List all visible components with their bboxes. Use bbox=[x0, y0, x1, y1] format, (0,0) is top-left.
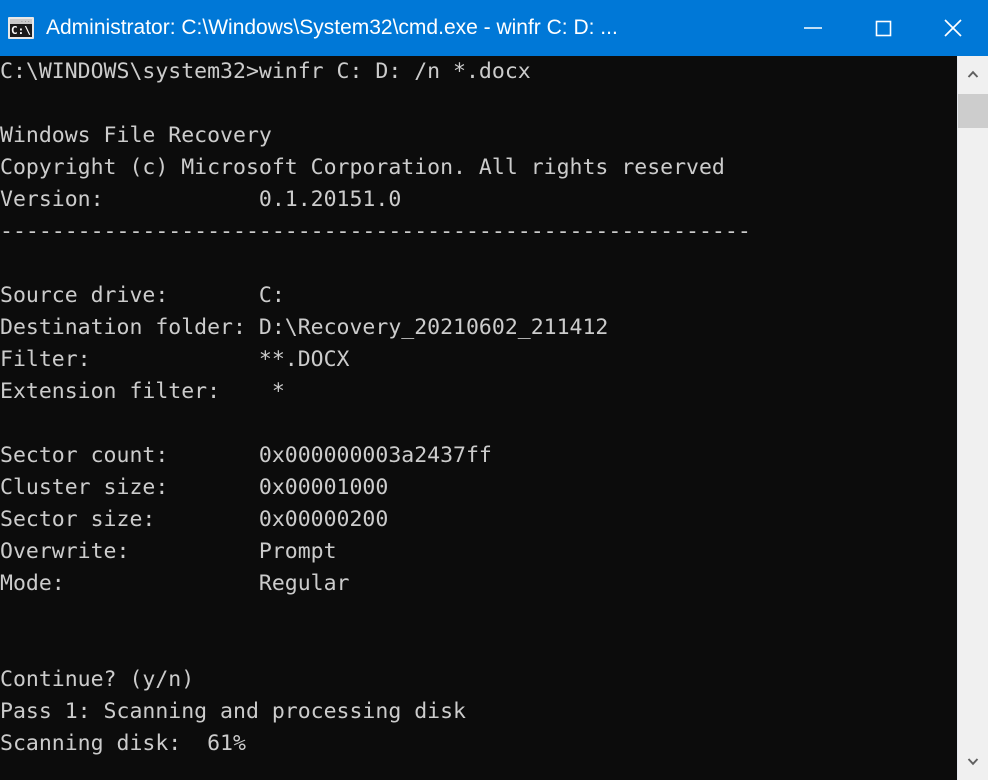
scroll-down-arrow-icon[interactable] bbox=[958, 742, 988, 780]
scrollbar-thumb[interactable] bbox=[958, 94, 988, 128]
close-button[interactable] bbox=[918, 0, 988, 56]
maximize-button[interactable] bbox=[848, 0, 918, 56]
vertical-scrollbar[interactable] bbox=[957, 56, 988, 780]
window-title: Administrator: C:\Windows\System32\cmd.e… bbox=[46, 0, 778, 56]
command-prompt-window: ··· C:\ Administrator: C:\Windows\System… bbox=[0, 0, 988, 780]
icon-prompt-text: C:\ bbox=[11, 24, 31, 37]
minimize-button[interactable] bbox=[778, 0, 848, 56]
window-controls bbox=[778, 0, 988, 56]
scrollbar-track[interactable] bbox=[958, 128, 988, 742]
scroll-up-arrow-icon[interactable] bbox=[958, 56, 988, 94]
console-text: C:\WINDOWS\system32>winfr C: D: /n *.doc… bbox=[0, 56, 751, 760]
console-output-area[interactable]: C:\WINDOWS\system32>winfr C: D: /n *.doc… bbox=[0, 56, 957, 780]
title-bar[interactable]: ··· C:\ Administrator: C:\Windows\System… bbox=[0, 0, 988, 56]
cmd-console-icon: ··· C:\ bbox=[8, 17, 34, 39]
